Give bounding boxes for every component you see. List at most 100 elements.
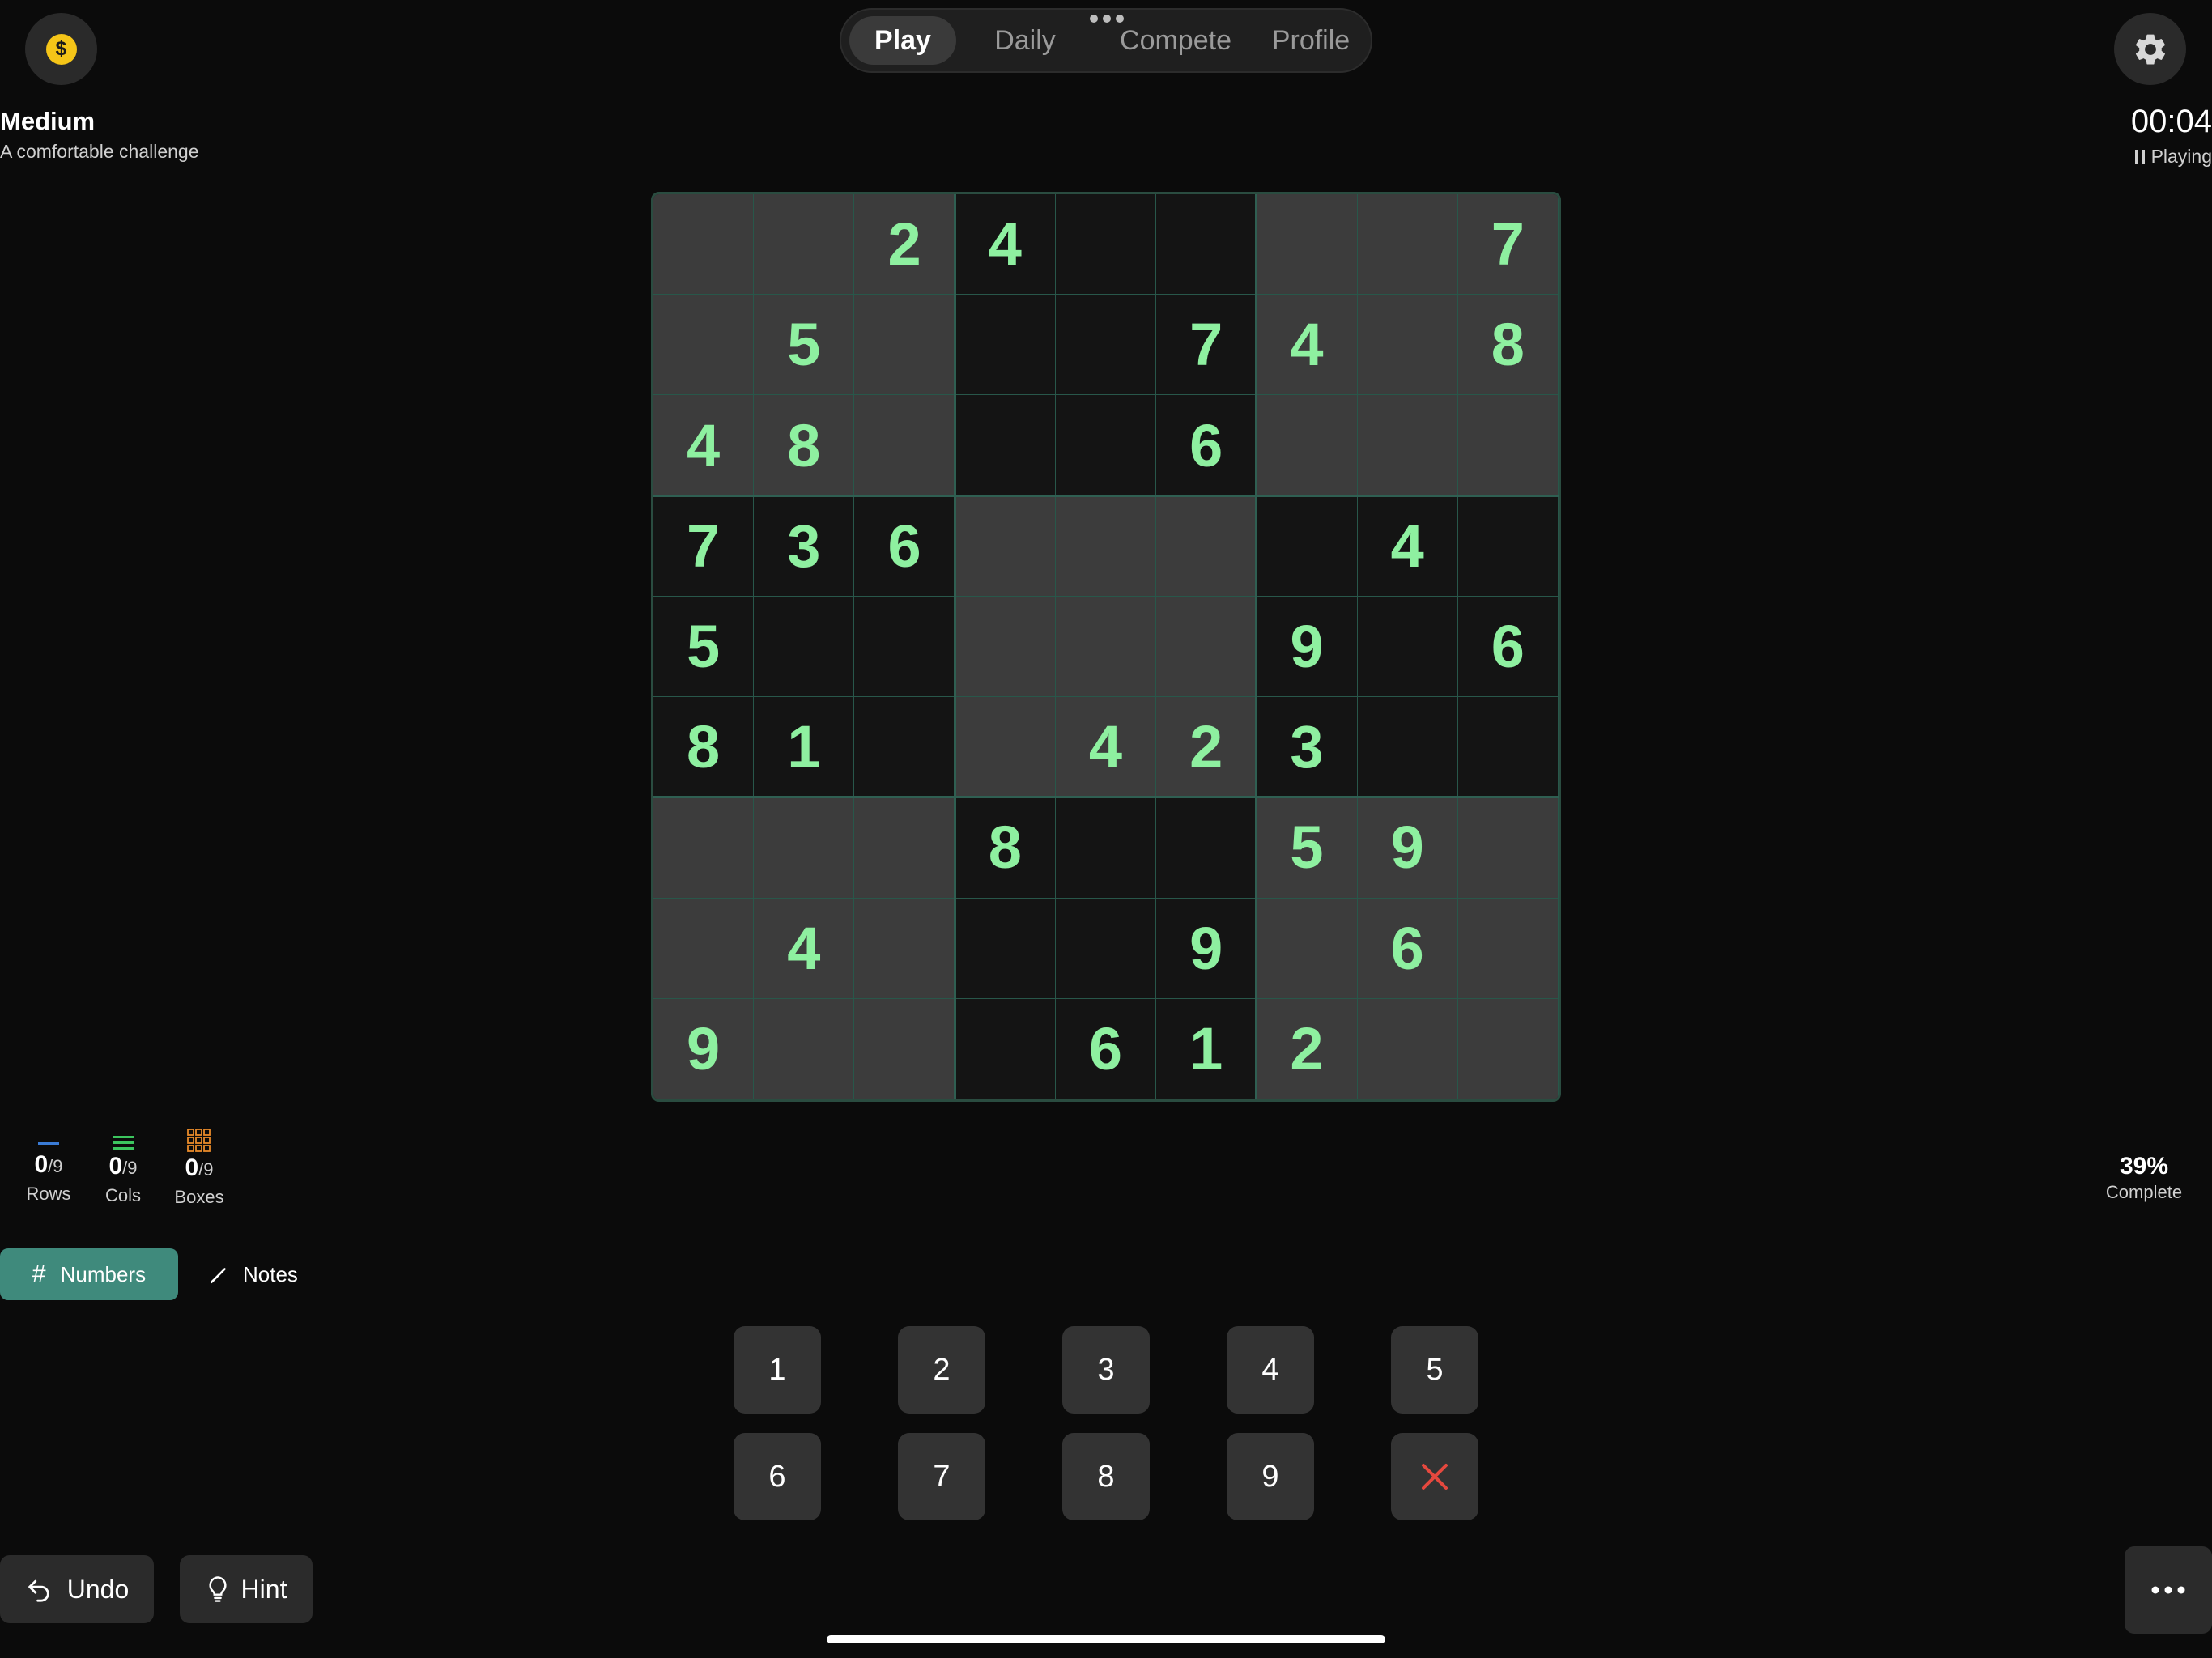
key-6[interactable]: 6 [734, 1433, 821, 1520]
sudoku-cell[interactable] [754, 797, 855, 899]
key-1[interactable]: 1 [734, 1326, 821, 1414]
coin-button[interactable]: $ [25, 13, 97, 85]
sudoku-cell[interactable]: 8 [754, 395, 855, 496]
sudoku-cell[interactable] [1457, 797, 1559, 899]
sudoku-cell[interactable]: 1 [1156, 998, 1257, 1099]
sudoku-cell[interactable]: 3 [754, 495, 855, 597]
sudoku-cell[interactable] [653, 295, 755, 396]
sudoku-cell[interactable] [955, 898, 1056, 999]
sudoku-cell[interactable] [1457, 697, 1559, 798]
sudoku-cell[interactable] [955, 495, 1056, 597]
sudoku-cell[interactable] [1156, 495, 1257, 597]
sudoku-cell[interactable] [1357, 697, 1458, 798]
sudoku-cell[interactable] [955, 295, 1056, 396]
sudoku-cell[interactable] [1156, 596, 1257, 698]
undo-button[interactable]: Undo [0, 1555, 154, 1623]
sudoku-cell[interactable] [1055, 596, 1157, 698]
sudoku-cell[interactable]: 9 [1257, 596, 1358, 698]
sudoku-cell[interactable] [1257, 495, 1358, 597]
sudoku-cell[interactable] [1357, 395, 1458, 496]
key-9[interactable]: 9 [1227, 1433, 1314, 1520]
sudoku-cell[interactable] [653, 797, 755, 899]
sudoku-cell[interactable]: 3 [1257, 697, 1358, 798]
sudoku-cell[interactable]: 7 [1457, 194, 1559, 295]
sudoku-cell[interactable] [854, 998, 955, 1099]
key-5[interactable]: 5 [1391, 1326, 1478, 1414]
timer[interactable]: 00:04 [2131, 104, 2212, 140]
key-2[interactable]: 2 [898, 1326, 985, 1414]
key-8[interactable]: 8 [1062, 1433, 1150, 1520]
more-options-button[interactable] [2125, 1546, 2212, 1634]
sudoku-cell[interactable] [1357, 194, 1458, 295]
hint-button[interactable]: Hint [180, 1555, 313, 1623]
sudoku-cell[interactable] [1357, 998, 1458, 1099]
sudoku-cell[interactable]: 4 [955, 194, 1056, 295]
sudoku-cell[interactable]: 6 [854, 495, 955, 597]
sudoku-cell[interactable] [955, 998, 1056, 1099]
sudoku-cell[interactable] [955, 697, 1056, 798]
sudoku-cell[interactable] [1457, 395, 1559, 496]
sudoku-cell[interactable]: 9 [1357, 797, 1458, 899]
sudoku-cell[interactable] [854, 395, 955, 496]
key-7[interactable]: 7 [898, 1433, 985, 1520]
sudoku-cell[interactable] [1457, 898, 1559, 999]
sudoku-cell[interactable] [854, 596, 955, 698]
settings-button[interactable] [2114, 13, 2186, 85]
numbers-mode-button[interactable]: # Numbers [0, 1248, 178, 1300]
home-indicator[interactable] [827, 1635, 1385, 1643]
sudoku-cell[interactable] [1357, 295, 1458, 396]
sudoku-cell[interactable]: 6 [1357, 898, 1458, 999]
sudoku-cell[interactable]: 8 [653, 697, 755, 798]
sudoku-cell[interactable] [1457, 998, 1559, 1099]
tab-daily[interactable]: Daily [964, 16, 1086, 65]
sudoku-cell[interactable] [1357, 596, 1458, 698]
sudoku-cell[interactable] [1257, 395, 1358, 496]
tab-play[interactable]: Play [849, 16, 956, 65]
sudoku-cell[interactable]: 2 [1257, 998, 1358, 1099]
sudoku-cell[interactable]: 6 [1457, 596, 1559, 698]
sudoku-cell[interactable]: 9 [1156, 898, 1257, 999]
sudoku-cell[interactable] [754, 596, 855, 698]
sudoku-cell[interactable] [653, 898, 755, 999]
sudoku-cell[interactable]: 5 [653, 596, 755, 698]
sudoku-cell[interactable]: 9 [653, 998, 755, 1099]
sudoku-cell[interactable] [1055, 495, 1157, 597]
sudoku-cell[interactable] [754, 194, 855, 295]
sudoku-cell[interactable] [1457, 495, 1559, 597]
sudoku-cell[interactable] [1055, 295, 1157, 396]
sudoku-cell[interactable] [1055, 797, 1157, 899]
sudoku-cell[interactable] [1055, 898, 1157, 999]
tab-compete[interactable]: Compete [1089, 16, 1262, 65]
sudoku-cell[interactable]: 2 [854, 194, 955, 295]
sudoku-cell[interactable] [1156, 797, 1257, 899]
sudoku-cell[interactable] [1055, 194, 1157, 295]
sudoku-cell[interactable]: 4 [1055, 697, 1157, 798]
sudoku-cell[interactable]: 8 [955, 797, 1056, 899]
sudoku-cell[interactable] [854, 797, 955, 899]
sudoku-cell[interactable]: 4 [754, 898, 855, 999]
sudoku-cell[interactable] [1156, 194, 1257, 295]
tab-profile[interactable]: Profile [1254, 16, 1368, 65]
sudoku-cell[interactable]: 7 [1156, 295, 1257, 396]
sudoku-cell[interactable] [1055, 395, 1157, 496]
sudoku-cell[interactable]: 7 [653, 495, 755, 597]
sudoku-cell[interactable]: 8 [1457, 295, 1559, 396]
sudoku-cell[interactable]: 1 [754, 697, 855, 798]
key-3[interactable]: 3 [1062, 1326, 1150, 1414]
sudoku-cell[interactable] [653, 194, 755, 295]
sudoku-cell[interactable] [1257, 898, 1358, 999]
play-status[interactable]: Playing [2134, 146, 2212, 168]
window-handle-icon[interactable] [1090, 15, 1124, 23]
sudoku-cell[interactable] [854, 697, 955, 798]
sudoku-cell[interactable] [854, 295, 955, 396]
sudoku-cell[interactable]: 4 [1257, 295, 1358, 396]
sudoku-cell[interactable] [1257, 194, 1358, 295]
sudoku-cell[interactable] [955, 395, 1056, 496]
sudoku-cell[interactable]: 5 [754, 295, 855, 396]
notes-mode-button[interactable]: Notes [209, 1248, 330, 1300]
sudoku-cell[interactable] [955, 596, 1056, 698]
sudoku-cell[interactable]: 4 [653, 395, 755, 496]
sudoku-cell[interactable] [854, 898, 955, 999]
sudoku-cell[interactable]: 6 [1055, 998, 1157, 1099]
sudoku-cell[interactable]: 6 [1156, 395, 1257, 496]
